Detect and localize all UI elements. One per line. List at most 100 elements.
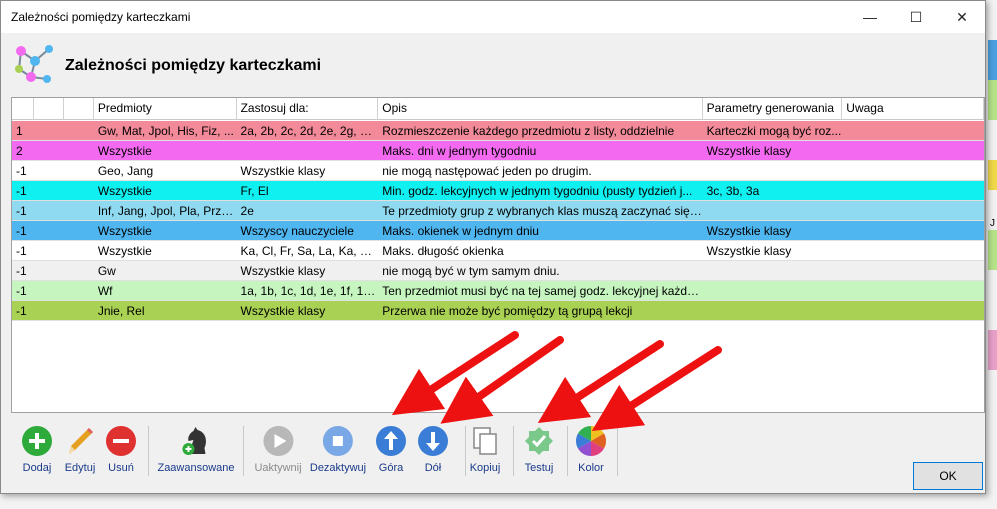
toolbar-separator <box>567 426 568 476</box>
deactivate-button[interactable]: Dezaktywuj <box>310 418 366 480</box>
cell-parametry: Karteczki mogą być roz... <box>706 124 842 138</box>
add-button[interactable]: Dodaj <box>20 418 54 480</box>
cell-uwaga <box>842 141 984 161</box>
table-row[interactable]: -1 Geo, Jang Wszystkie klasy nie mogą nastę… <box>12 161 984 181</box>
cell-opis: nie mogą następować jeden po drugim. <box>382 164 592 178</box>
delete-button-label: Usuń <box>108 462 134 474</box>
cell-parametry <box>703 281 843 301</box>
cell-predmioty: Inf, Jang, Jpol, Pla, Prz, ... <box>97 204 237 218</box>
grid-header: Predmioty Zastosuj dla: Opis Parametry g… <box>12 98 984 120</box>
cell-opis: Rozmieszczenie każdego przedmiotu z list… <box>382 124 675 138</box>
move-down-button-label: Dół <box>424 462 442 474</box>
cell-predmioty: Wf <box>97 284 113 298</box>
play-circle-icon <box>262 426 293 456</box>
arrow-down-circle-icon <box>418 426 448 456</box>
table-row[interactable]: -1 Wszystkie Wszyscy nauczyciele Maks. okie… <box>12 221 984 241</box>
test-button-label: Testuj <box>524 462 554 474</box>
color-button[interactable]: Kolor <box>574 418 608 480</box>
advanced-button-label: Zaawansowane <box>157 462 235 474</box>
activate-button[interactable]: Uaktywnij <box>254 418 302 480</box>
dependencies-grid[interactable]: Predmioty Zastosuj dla: Opis Parametry g… <box>11 97 985 413</box>
minimize-button[interactable]: — <box>847 1 893 33</box>
cell-zastosuj: 1a, 1b, 1c, 1d, 1e, 1f, 1g,... <box>240 284 379 298</box>
move-up-button[interactable]: Góra <box>374 418 408 480</box>
row-number: 2 <box>16 144 23 158</box>
color-wheel-icon <box>575 426 607 456</box>
row-number: -1 <box>16 304 27 318</box>
table-row[interactable]: -1 Wszystkie Ka, Cl, Fr, Sa, La, Ka, Ma...… <box>12 241 984 261</box>
row-number: -1 <box>16 184 27 198</box>
column-header-predmioty[interactable]: Predmioty <box>94 98 237 120</box>
title-bar: Zależności pomiędzy karteczkami — ☐ ✕ <box>1 1 985 33</box>
row-number: -1 <box>16 164 27 178</box>
ok-button[interactable]: OK <box>913 462 983 490</box>
cell-uwaga <box>842 301 984 321</box>
cell-parametry <box>703 201 843 221</box>
cell-predmioty: Gw <box>97 264 116 278</box>
cell-zastosuj: Fr, El <box>240 184 269 198</box>
table-row[interactable]: -1 Wf 1a, 1b, 1c, 1d, 1e, 1f, 1g,... Ten pr… <box>12 281 984 301</box>
close-button[interactable]: ✕ <box>939 1 985 33</box>
cell-opis: Ten przedmiot musi być na tej samej godz… <box>382 284 703 298</box>
plus-circle-icon <box>22 426 52 456</box>
toolbar-separator <box>465 426 466 476</box>
table-row[interactable]: -1 Gw Wszystkie klasy nie mogą być w tym sa… <box>12 261 984 281</box>
cell-predmioty: Geo, Jang <box>97 164 154 178</box>
arrow-up-circle-icon <box>376 426 406 456</box>
copy-pages-icon <box>473 427 497 455</box>
toolbar: Dodaj Edytuj Usuń Zaawansowane Uaktywnij Deza… <box>11 418 631 480</box>
move-down-button[interactable]: Dół <box>416 418 450 480</box>
cell-opis: Maks. okienek w jednym dniu <box>382 224 539 238</box>
cell-uwaga <box>842 121 984 141</box>
toolbar-separator <box>513 426 514 476</box>
cell-parametry: 3c, 3b, 3a <box>706 184 760 198</box>
cell-uwaga <box>842 161 984 181</box>
cell-uwaga <box>842 221 984 241</box>
cell-uwaga <box>842 181 984 201</box>
table-row[interactable]: -1 Wszystkie Fr, El Min. godz. lekcyjnych w… <box>12 181 984 201</box>
copy-button[interactable]: Kopiuj <box>468 418 502 480</box>
molecule-network-icon <box>15 45 53 83</box>
table-row[interactable]: -1 Inf, Jang, Jpol, Pla, Prz, ... 2e Te prz… <box>12 201 984 221</box>
color-button-label: Kolor <box>578 462 604 474</box>
dependencies-dialog: Zależności pomiędzy karteczkami — ☐ ✕ Za… <box>0 0 986 494</box>
column-header-opis[interactable]: Opis <box>378 98 703 120</box>
table-row[interactable]: 2 Wszystkie Maks. dni w jednym tygodniu Wsz… <box>12 141 984 161</box>
maximize-button[interactable]: ☐ <box>893 1 939 33</box>
column-header[interactable] <box>12 98 34 120</box>
column-header-uwaga[interactable]: Uwaga <box>842 98 984 120</box>
cell-opis: Maks. dni w jednym tygodniu <box>382 144 537 158</box>
column-header[interactable] <box>34 98 64 120</box>
test-button[interactable]: Testuj <box>522 418 556 480</box>
window-title: Zależności pomiędzy karteczkami <box>11 10 191 24</box>
advanced-button[interactable]: Zaawansowane <box>157 418 235 480</box>
column-header-zastosuj[interactable]: Zastosuj dla: <box>237 98 379 120</box>
table-row[interactable]: -1 Jnie, Rel Wszystkie klasy Przerwa nie mo… <box>12 301 984 321</box>
cell-opis: nie mogą być w tym samym dniu. <box>382 264 560 278</box>
table-row[interactable]: 1 Gw, Mat, Jpol, His, Fiz, ... 2a, 2b, 2c,… <box>12 121 984 141</box>
column-header-parametry[interactable]: Parametry generowania <box>703 98 843 120</box>
minus-circle-icon <box>106 426 136 456</box>
dialog-heading: Zależności pomiędzy karteczkami <box>65 57 322 74</box>
cell-parametry: Wszystkie klasy <box>706 144 792 158</box>
delete-button[interactable]: Usuń <box>104 418 138 480</box>
edit-button[interactable]: Edytuj <box>63 418 97 480</box>
row-number: -1 <box>16 264 27 278</box>
cell-zastosuj: 2a, 2b, 2c, 2d, 2e, 2g, 3a... <box>240 124 379 138</box>
column-header[interactable] <box>64 98 94 120</box>
cell-zastosuj: Wszyscy nauczyciele <box>240 224 354 238</box>
toolbar-separator <box>617 426 618 476</box>
cell-parametry <box>703 261 843 281</box>
cell-zastosuj: Wszystkie klasy <box>240 304 326 318</box>
toolbar-separator <box>243 426 244 476</box>
cell-opis: Maks. długość okienka <box>382 244 504 258</box>
cell-predmioty: Wszystkie <box>97 184 152 198</box>
cell-opis: Min. godz. lekcyjnych w jednym tygodniu … <box>382 184 693 198</box>
cell-parametry <box>703 161 843 181</box>
cell-uwaga <box>842 241 984 261</box>
cell-predmioty: Wszystkie <box>97 144 152 158</box>
activate-button-label: Uaktywnij <box>254 462 302 474</box>
cell-parametry: Wszystkie klasy <box>706 224 792 238</box>
cell-predmioty: Wszystkie <box>97 244 152 258</box>
cell-zastosuj <box>237 141 379 161</box>
